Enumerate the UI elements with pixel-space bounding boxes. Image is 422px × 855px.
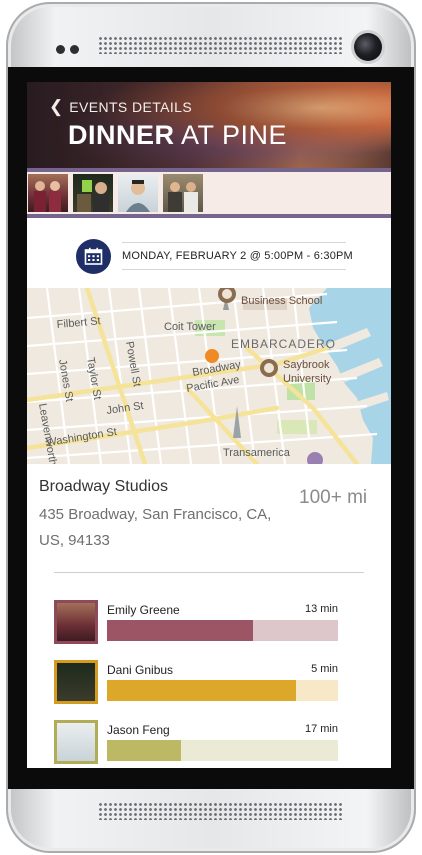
map-label-leavenworth: Leavenworth St	[36, 402, 61, 464]
map-label-business-school: Business School	[241, 295, 322, 307]
event-date-row: MONDAY, FEBRUARY 2 @ 5:00PM - 6:30PM	[76, 239, 353, 274]
photo-strip-border-bottom	[27, 214, 391, 218]
back-label: EVENTS DETAILS	[69, 98, 193, 115]
avatar-photo	[57, 603, 95, 641]
location-map[interactable]: Filbert St Coit Tower EMBARCADERO Leaven…	[27, 288, 391, 464]
attendee-eta-fill	[107, 680, 297, 701]
attendee-avatar	[54, 600, 98, 644]
attendee-eta: 13 min	[304, 603, 338, 615]
attendee-eta: 17 min	[304, 723, 338, 735]
calendar-icon	[76, 239, 111, 274]
top-speaker-grille	[98, 36, 344, 54]
venue-distance: 100+ mi	[299, 487, 368, 508]
front-sensor-left	[56, 45, 65, 54]
chevron-left-icon: ❮	[49, 97, 64, 116]
front-camera	[354, 33, 382, 61]
venue-name: Broadway Studios	[39, 478, 168, 495]
bottom-speaker-grille	[98, 802, 344, 820]
avatar-photo	[57, 723, 95, 761]
attendee-name: Emily Greene	[107, 603, 180, 617]
map-label-embarcadero: EMBARCADERO	[231, 337, 336, 351]
map-label-university: University	[283, 373, 332, 385]
event-datetime: MONDAY, FEBRUARY 2 @ 5:00PM - 6:30PM	[122, 242, 353, 270]
attendee-eta-fill	[107, 740, 181, 761]
map-label-taylor: Taylor St	[84, 356, 103, 400]
attendee-eta-fill	[107, 620, 253, 641]
attendee-thumb-2[interactable]	[73, 174, 113, 212]
park-area	[277, 420, 317, 434]
avatar-photo	[57, 663, 95, 701]
attendee-avatar	[54, 720, 98, 764]
photo-icon	[168, 182, 198, 212]
attendee-eta-bar	[107, 620, 338, 641]
back-button[interactable]: ❮ EVENTS DETAILS	[49, 98, 192, 115]
map-label-coit: Coit Tower	[164, 321, 216, 333]
map-label-washington: Washington St	[46, 426, 118, 449]
attendee-thumb-3[interactable]	[118, 174, 158, 212]
app-screen: ❮ EVENTS DETAILS DINNER AT PINE MONDAY, …	[27, 82, 391, 768]
attendee-thumb-4[interactable]	[163, 174, 203, 212]
map-label-powell: Powell St	[123, 340, 143, 387]
attendee-eta-bar	[107, 740, 338, 761]
attendee-row-jason[interactable]: Jason Feng 17 min	[54, 720, 338, 764]
attendee-eta-bar	[107, 680, 338, 701]
attendee-eta: 5 min	[311, 663, 338, 675]
event-title: DINNER AT PINE	[68, 120, 287, 151]
map-label-saybrook: Saybrook	[283, 359, 330, 371]
front-sensor-right	[70, 45, 79, 54]
attendee-thumb-1[interactable]	[28, 174, 68, 212]
section-divider	[54, 572, 364, 573]
venue-address: 435 Broadway, San Francisco, CA, US, 941…	[39, 506, 272, 549]
map-label-john: John St	[106, 400, 145, 417]
map-label-transamerica: Transamerica	[223, 447, 291, 459]
map-label-filbert: Filbert St	[56, 315, 101, 331]
location-pin	[205, 349, 219, 363]
attendee-row-dani[interactable]: Dani Gnibus 5 min	[54, 660, 338, 704]
attendee-avatar	[54, 660, 98, 704]
photo-icon	[34, 181, 61, 212]
photo-icon	[77, 180, 109, 212]
event-title-bold: DINNER	[68, 120, 175, 150]
attendee-name: Jason Feng	[107, 723, 170, 737]
event-title-rest: AT PINE	[181, 120, 288, 150]
attendee-name: Dani Gnibus	[107, 663, 174, 677]
event-header: ❮ EVENTS DETAILS DINNER AT PINE	[27, 82, 391, 168]
attendee-row-emily[interactable]: Emily Greene 13 min	[54, 600, 338, 644]
transamerica-marker	[233, 406, 241, 438]
attendee-photo-strip	[27, 172, 391, 214]
photo-icon	[126, 180, 150, 212]
